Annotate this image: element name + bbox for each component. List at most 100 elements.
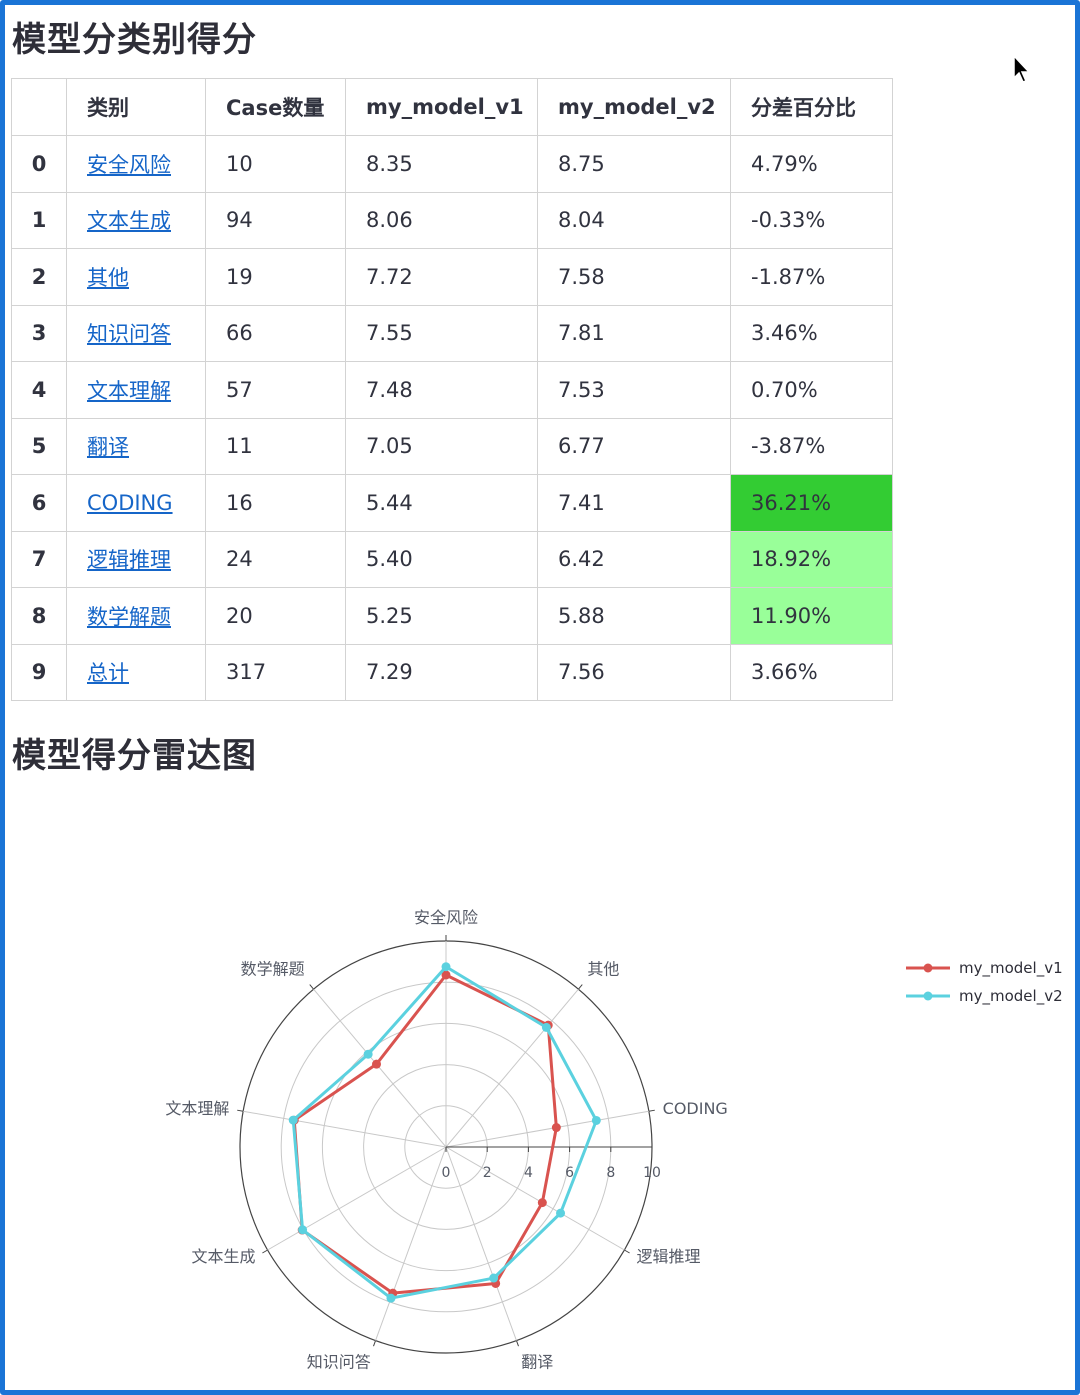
diff-percent-cell: 3.46% <box>730 304 893 362</box>
row-index: 1 <box>11 191 67 249</box>
spoke-tick <box>515 1340 519 1347</box>
data-point-my_model_v2 <box>363 1049 373 1059</box>
v1-score-cell: 5.40 <box>345 530 538 588</box>
category-link[interactable]: CODING <box>87 491 173 515</box>
radar-spoke <box>243 1110 447 1148</box>
table-row: 6 CODING 16 5.44 7.41 36.21% <box>11 474 893 532</box>
radar-spoke <box>445 988 579 1148</box>
category-link[interactable]: 逻辑推理 <box>87 548 171 572</box>
category-link[interactable]: 总计 <box>87 661 129 685</box>
data-point-my_model_v1 <box>551 1123 561 1133</box>
case-count-cell: 20 <box>205 587 346 645</box>
table-row: 3 知识问答 66 7.55 7.81 3.46% <box>11 304 893 362</box>
v2-score-cell: 7.58 <box>537 248 731 306</box>
axis-label-7: 文本理解 <box>165 1099 229 1118</box>
table-row: 5 翻译 11 7.05 6.77 -3.87% <box>11 417 893 475</box>
category-cell: 文本理解 <box>66 361 206 419</box>
v2-score-cell: 8.75 <box>537 135 731 193</box>
category-cell: 其他 <box>66 248 206 306</box>
case-count-cell: 66 <box>205 304 346 362</box>
legend-label: my_model_v1 <box>959 959 1063 978</box>
table-row: 9 总计 317 7.29 7.56 3.66% <box>11 643 893 701</box>
spoke-tick <box>373 1340 377 1347</box>
category-cell: 文本生成 <box>66 191 206 249</box>
radial-tick-label: 4 <box>524 1165 533 1181</box>
v1-score-cell: 7.72 <box>345 248 538 306</box>
axis-label-5: 知识问答 <box>307 1353 371 1372</box>
series-line-my_model_v2 <box>291 965 598 1300</box>
v2-score-cell: 5.88 <box>537 587 731 645</box>
case-count-cell: 11 <box>205 417 346 475</box>
legend-marker <box>923 991 933 1001</box>
diff-percent-cell: 0.70% <box>730 361 893 419</box>
data-point-my_model_v2 <box>441 962 451 972</box>
row-index: 5 <box>11 417 67 475</box>
header-diff[interactable]: 分差百分比 <box>730 78 893 136</box>
v1-score-cell: 7.29 <box>345 643 538 701</box>
radial-tick-label: 10 <box>643 1165 661 1181</box>
case-count-cell: 10 <box>205 135 346 193</box>
data-point-my_model_v1 <box>371 1059 381 1069</box>
radial-tick-label: 0 <box>442 1165 451 1181</box>
data-point-my_model_v2 <box>386 1293 396 1303</box>
table-row: 8 数学解题 20 5.25 5.88 11.90% <box>11 587 893 645</box>
header-v2[interactable]: my_model_v2 <box>537 78 731 136</box>
category-link[interactable]: 文本理解 <box>87 379 171 403</box>
table-row: 4 文本理解 57 7.48 7.53 0.70% <box>11 361 893 419</box>
row-index: 2 <box>11 248 67 306</box>
radar-spoke <box>445 1110 649 1148</box>
axis-label-2: CODING <box>663 1099 728 1118</box>
category-cell: 逻辑推理 <box>66 530 206 588</box>
diff-percent-cell: -0.33% <box>730 191 893 249</box>
case-count-cell: 57 <box>205 361 346 419</box>
case-count-cell: 16 <box>205 474 346 532</box>
case-count-cell: 19 <box>205 248 346 306</box>
table-row: 7 逻辑推理 24 5.40 6.42 18.92% <box>11 530 893 588</box>
category-cell: 总计 <box>66 643 206 701</box>
table-row: 1 文本生成 94 8.06 8.04 -0.33% <box>11 191 893 249</box>
table-title: 模型分类别得分 <box>12 20 257 60</box>
diff-percent-cell: -3.87% <box>730 417 893 475</box>
v1-score-cell: 7.55 <box>345 304 538 362</box>
category-cell: 知识问答 <box>66 304 206 362</box>
category-link[interactable]: 数学解题 <box>87 605 171 629</box>
row-index: 6 <box>11 474 67 532</box>
v2-score-cell: 7.41 <box>537 474 731 532</box>
radial-tick-label: 2 <box>483 1165 492 1181</box>
axis-label-1: 其他 <box>587 959 619 978</box>
diff-percent-cell: 36.21% <box>730 474 893 532</box>
table-row: 0 安全风险 10 8.35 8.75 4.79% <box>11 135 893 193</box>
row-index: 4 <box>11 361 67 419</box>
diff-percent-cell: 18.92% <box>730 530 893 588</box>
radar-spoke <box>445 1146 625 1251</box>
category-link[interactable]: 知识问答 <box>87 322 171 346</box>
diff-percent-cell: 3.66% <box>730 643 893 701</box>
v1-score-cell: 8.06 <box>345 191 538 249</box>
axis-label-6: 文本生成 <box>191 1247 255 1266</box>
spoke-tick <box>624 1249 630 1254</box>
header-v1[interactable]: my_model_v1 <box>345 78 538 136</box>
v2-score-cell: 7.81 <box>537 304 731 362</box>
spoke-tick <box>309 984 314 990</box>
row-index: 7 <box>11 530 67 588</box>
legend-marker <box>923 963 933 973</box>
v1-score-cell: 7.48 <box>345 361 538 419</box>
row-index: 8 <box>11 587 67 645</box>
category-link[interactable]: 安全风险 <box>87 153 171 177</box>
table-header-row: 类别 Case数量 my_model_v1 my_model_v2 分差百分比 <box>11 78 893 136</box>
row-index: 3 <box>11 304 67 362</box>
v1-score-cell: 7.05 <box>345 417 538 475</box>
header-category[interactable]: 类别 <box>66 78 206 136</box>
row-index: 0 <box>11 135 67 193</box>
header-count[interactable]: Case数量 <box>205 78 346 136</box>
category-link[interactable]: 文本生成 <box>87 209 171 233</box>
data-point-my_model_v2 <box>541 1022 551 1032</box>
axis-label-0: 安全风险 <box>414 908 478 927</box>
radial-tick-label: 8 <box>606 1165 615 1181</box>
header-index <box>11 78 67 136</box>
radar-chart: 安全风险其他CODING逻辑推理翻译知识问答文本生成文本理解数学解题0 2 4 6 8 1… <box>165 908 1063 1372</box>
axis-label-4: 翻译 <box>521 1353 553 1372</box>
case-count-cell: 94 <box>205 191 346 249</box>
category-link[interactable]: 翻译 <box>87 435 129 459</box>
category-link[interactable]: 其他 <box>87 266 129 290</box>
